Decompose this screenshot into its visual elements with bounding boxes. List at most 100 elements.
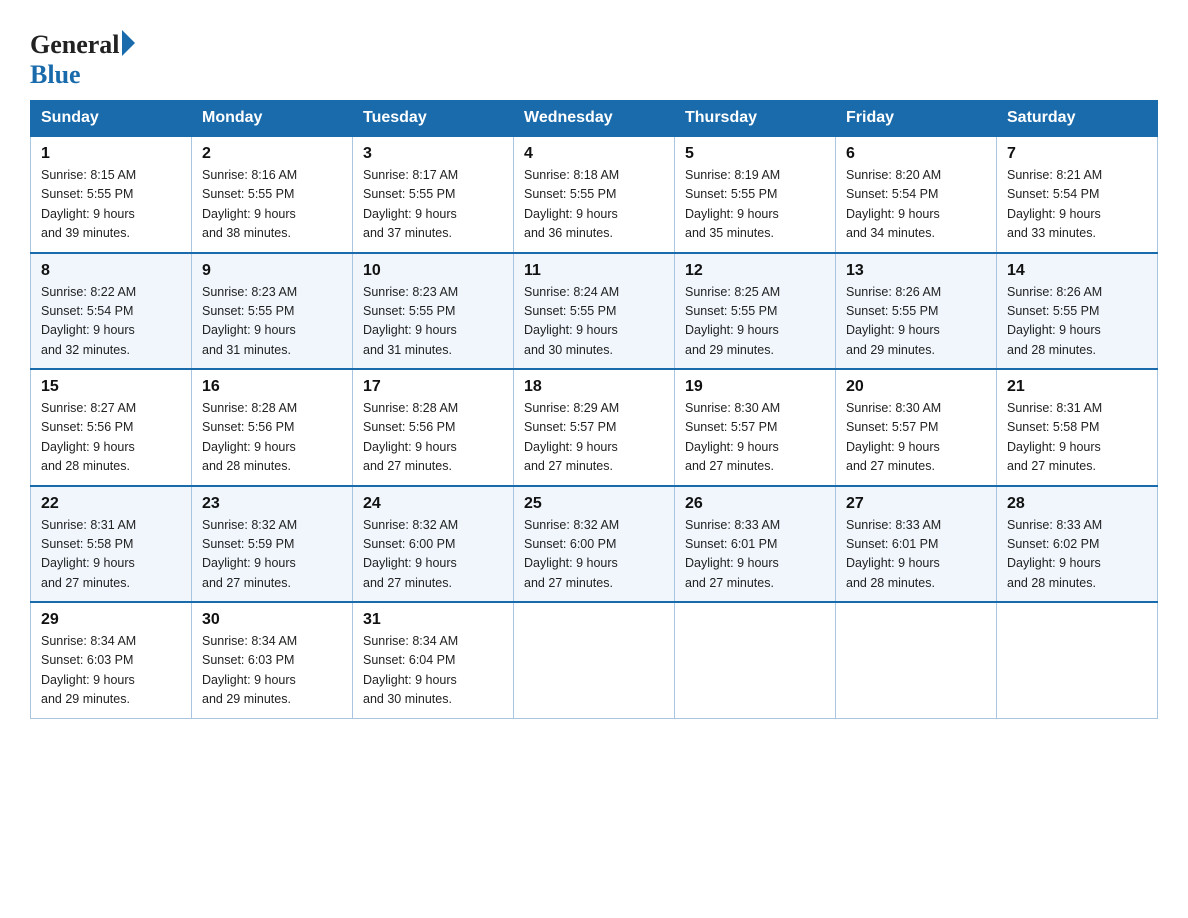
weekday-header-row: SundayMondayTuesdayWednesdayThursdayFrid… — [31, 101, 1158, 137]
day-number: 4 — [524, 145, 664, 163]
calendar-cell: 5 Sunrise: 8:19 AMSunset: 5:55 PMDaylight… — [675, 136, 836, 253]
week-row-1: 1 Sunrise: 8:15 AMSunset: 5:55 PMDaylight… — [31, 136, 1158, 253]
day-info: Sunrise: 8:31 AMSunset: 5:58 PMDaylight:… — [1007, 399, 1147, 477]
day-info: Sunrise: 8:27 AMSunset: 5:56 PMDaylight:… — [41, 399, 181, 477]
calendar-cell: 17 Sunrise: 8:28 AMSunset: 5:56 PMDayligh… — [353, 369, 514, 486]
day-info: Sunrise: 8:18 AMSunset: 5:55 PMDaylight:… — [524, 166, 664, 244]
calendar-cell: 3 Sunrise: 8:17 AMSunset: 5:55 PMDaylight… — [353, 136, 514, 253]
calendar-cell: 23Sunrise: 8:32 AMSunset: 5:59 PMDayligh… — [192, 486, 353, 603]
calendar-cell: 10Sunrise: 8:23 AMSunset: 5:55 PMDayligh… — [353, 253, 514, 370]
calendar-cell: 26 Sunrise: 8:33 AMSunset: 6:01 PMDayligh… — [675, 486, 836, 603]
calendar-cell: 20 Sunrise: 8:30 AMSunset: 5:57 PMDayligh… — [836, 369, 997, 486]
calendar-cell: 27Sunrise: 8:33 AMSunset: 6:01 PMDayligh… — [836, 486, 997, 603]
day-info: Sunrise: 8:20 AMSunset: 5:54 PMDaylight:… — [846, 166, 986, 244]
day-number: 9 — [202, 262, 342, 280]
day-number: 14 — [1007, 262, 1147, 280]
calendar-cell: 30 Sunrise: 8:34 AMSunset: 6:03 PMDayligh… — [192, 602, 353, 718]
logo: General Blue — [30, 30, 135, 90]
day-info: Sunrise: 8:32 AMSunset: 6:00 PMDaylight:… — [524, 516, 664, 594]
day-number: 3 — [363, 145, 503, 163]
calendar-cell — [836, 602, 997, 718]
day-info: Sunrise: 8:17 AMSunset: 5:55 PMDaylight:… — [363, 166, 503, 244]
calendar-cell: 9Sunrise: 8:23 AMSunset: 5:55 PMDaylight… — [192, 253, 353, 370]
calendar-cell: 25Sunrise: 8:32 AMSunset: 6:00 PMDayligh… — [514, 486, 675, 603]
day-info: Sunrise: 8:15 AMSunset: 5:55 PMDaylight:… — [41, 166, 181, 244]
day-info: Sunrise: 8:33 AMSunset: 6:01 PMDaylight:… — [846, 516, 986, 594]
day-info: Sunrise: 8:32 AMSunset: 6:00 PMDaylight:… — [363, 516, 503, 594]
calendar-cell — [514, 602, 675, 718]
calendar-cell: 8Sunrise: 8:22 AMSunset: 5:54 PMDaylight… — [31, 253, 192, 370]
calendar-cell: 1 Sunrise: 8:15 AMSunset: 5:55 PMDaylight… — [31, 136, 192, 253]
day-number: 6 — [846, 145, 986, 163]
weekday-header-saturday: Saturday — [997, 101, 1158, 137]
logo-text-blue: Blue — [30, 60, 81, 89]
day-info: Sunrise: 8:30 AMSunset: 5:57 PMDaylight:… — [685, 399, 825, 477]
calendar-cell: 16 Sunrise: 8:28 AMSunset: 5:56 PMDayligh… — [192, 369, 353, 486]
day-info: Sunrise: 8:30 AMSunset: 5:57 PMDaylight:… — [846, 399, 986, 477]
calendar-cell: 24Sunrise: 8:32 AMSunset: 6:00 PMDayligh… — [353, 486, 514, 603]
day-info: Sunrise: 8:23 AMSunset: 5:55 PMDaylight:… — [363, 283, 503, 361]
day-number: 26 — [685, 495, 825, 513]
calendar-cell: 29 Sunrise: 8:34 AMSunset: 6:03 PMDayligh… — [31, 602, 192, 718]
calendar-cell: 19 Sunrise: 8:30 AMSunset: 5:57 PMDayligh… — [675, 369, 836, 486]
day-info: Sunrise: 8:21 AMSunset: 5:54 PMDaylight:… — [1007, 166, 1147, 244]
day-number: 5 — [685, 145, 825, 163]
day-number: 29 — [41, 611, 181, 629]
day-number: 8 — [41, 262, 181, 280]
week-row-2: 8Sunrise: 8:22 AMSunset: 5:54 PMDaylight… — [31, 253, 1158, 370]
day-info: Sunrise: 8:28 AMSunset: 5:56 PMDaylight:… — [363, 399, 503, 477]
calendar-cell — [675, 602, 836, 718]
day-info: Sunrise: 8:33 AMSunset: 6:02 PMDaylight:… — [1007, 516, 1147, 594]
calendar-cell: 13 Sunrise: 8:26 AMSunset: 5:55 PMDayligh… — [836, 253, 997, 370]
calendar-cell: 18 Sunrise: 8:29 AMSunset: 5:57 PMDayligh… — [514, 369, 675, 486]
calendar-cell: 14 Sunrise: 8:26 AMSunset: 5:55 PMDayligh… — [997, 253, 1158, 370]
day-info: Sunrise: 8:25 AMSunset: 5:55 PMDaylight:… — [685, 283, 825, 361]
day-info: Sunrise: 8:31 AMSunset: 5:58 PMDaylight:… — [41, 516, 181, 594]
calendar-cell: 7 Sunrise: 8:21 AMSunset: 5:54 PMDaylight… — [997, 136, 1158, 253]
day-number: 17 — [363, 378, 503, 396]
day-number: 7 — [1007, 145, 1147, 163]
page-header: General Blue — [30, 20, 1158, 90]
day-info: Sunrise: 8:34 AMSunset: 6:03 PMDaylight:… — [202, 632, 342, 710]
day-number: 18 — [524, 378, 664, 396]
day-info: Sunrise: 8:19 AMSunset: 5:55 PMDaylight:… — [685, 166, 825, 244]
calendar-cell: 22 Sunrise: 8:31 AMSunset: 5:58 PMDayligh… — [31, 486, 192, 603]
week-row-3: 15 Sunrise: 8:27 AMSunset: 5:56 PMDayligh… — [31, 369, 1158, 486]
day-info: Sunrise: 8:32 AMSunset: 5:59 PMDaylight:… — [202, 516, 342, 594]
day-number: 1 — [41, 145, 181, 163]
day-number: 19 — [685, 378, 825, 396]
day-info: Sunrise: 8:26 AMSunset: 5:55 PMDaylight:… — [846, 283, 986, 361]
day-info: Sunrise: 8:33 AMSunset: 6:01 PMDaylight:… — [685, 516, 825, 594]
day-number: 20 — [846, 378, 986, 396]
day-number: 22 — [41, 495, 181, 513]
day-number: 11 — [524, 262, 664, 280]
day-number: 13 — [846, 262, 986, 280]
weekday-header-tuesday: Tuesday — [353, 101, 514, 137]
calendar-cell — [997, 602, 1158, 718]
day-number: 30 — [202, 611, 342, 629]
day-info: Sunrise: 8:29 AMSunset: 5:57 PMDaylight:… — [524, 399, 664, 477]
calendar-cell: 2 Sunrise: 8:16 AMSunset: 5:55 PMDaylight… — [192, 136, 353, 253]
day-info: Sunrise: 8:16 AMSunset: 5:55 PMDaylight:… — [202, 166, 342, 244]
weekday-header-sunday: Sunday — [31, 101, 192, 137]
day-number: 31 — [363, 611, 503, 629]
calendar-cell: 6 Sunrise: 8:20 AMSunset: 5:54 PMDaylight… — [836, 136, 997, 253]
calendar-cell: 11Sunrise: 8:24 AMSunset: 5:55 PMDayligh… — [514, 253, 675, 370]
day-info: Sunrise: 8:34 AMSunset: 6:04 PMDaylight:… — [363, 632, 503, 710]
calendar-cell: 31 Sunrise: 8:34 AMSunset: 6:04 PMDayligh… — [353, 602, 514, 718]
calendar-cell: 15 Sunrise: 8:27 AMSunset: 5:56 PMDayligh… — [31, 369, 192, 486]
weekday-header-thursday: Thursday — [675, 101, 836, 137]
day-info: Sunrise: 8:28 AMSunset: 5:56 PMDaylight:… — [202, 399, 342, 477]
day-number: 2 — [202, 145, 342, 163]
day-number: 15 — [41, 378, 181, 396]
logo-arrow-icon — [122, 30, 135, 56]
day-number: 12 — [685, 262, 825, 280]
calendar-cell: 21Sunrise: 8:31 AMSunset: 5:58 PMDayligh… — [997, 369, 1158, 486]
logo-text-general: General — [30, 30, 120, 60]
day-info: Sunrise: 8:34 AMSunset: 6:03 PMDaylight:… — [41, 632, 181, 710]
weekday-header-wednesday: Wednesday — [514, 101, 675, 137]
calendar-cell: 28Sunrise: 8:33 AMSunset: 6:02 PMDayligh… — [997, 486, 1158, 603]
day-info: Sunrise: 8:26 AMSunset: 5:55 PMDaylight:… — [1007, 283, 1147, 361]
week-row-5: 29 Sunrise: 8:34 AMSunset: 6:03 PMDayligh… — [31, 602, 1158, 718]
day-number: 16 — [202, 378, 342, 396]
